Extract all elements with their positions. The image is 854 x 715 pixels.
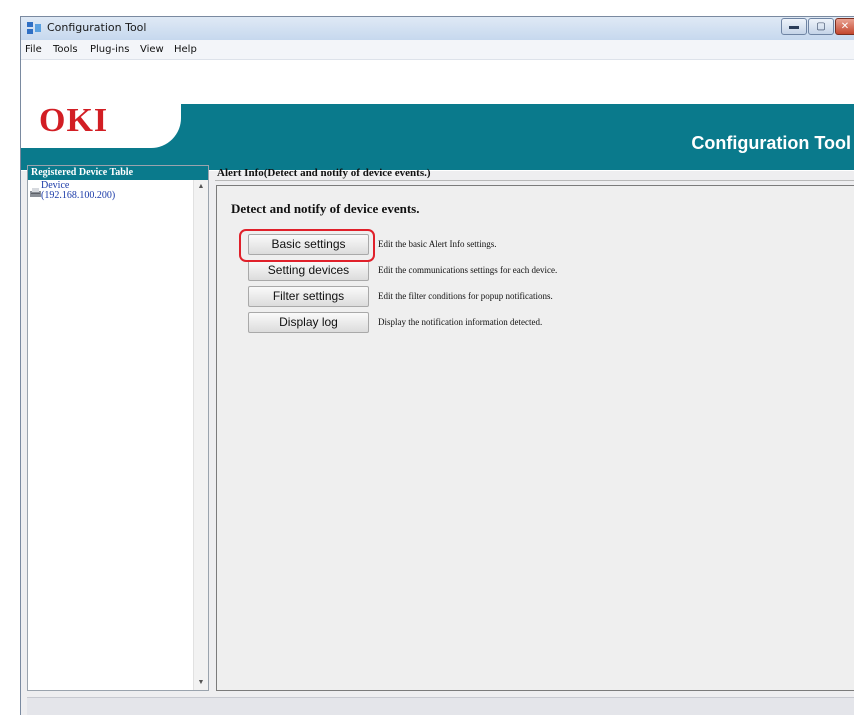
device-table-panel: Registered Device Table Device (192.168.… (27, 165, 209, 691)
window-title: Configuration Tool (47, 21, 147, 34)
scroll-down-icon[interactable]: ▼ (196, 678, 206, 688)
setting-devices-button[interactable]: Setting devices (248, 260, 369, 281)
menu-view[interactable]: View (140, 44, 164, 55)
close-icon: ✕ (840, 21, 850, 32)
alert-info-panel: Detect and notify of device events. Basi… (216, 185, 854, 691)
menu-plug-ins[interactable]: Plug-ins (90, 44, 129, 55)
device-ip[interactable]: (192.168.100.200) (41, 191, 115, 201)
display-log-button[interactable]: Display log (248, 312, 369, 333)
scroll-up-icon[interactable]: ▲ (196, 182, 206, 192)
setting-devices-description: Edit the communications settings for eac… (378, 265, 558, 275)
minimize-button[interactable]: ▬ (781, 18, 807, 35)
menu-tools[interactable]: Tools (53, 44, 78, 55)
oki-logo: OKI (39, 102, 109, 139)
close-button[interactable]: ✕ (835, 18, 854, 35)
section-divider (215, 180, 854, 181)
menu-file[interactable]: File (25, 44, 42, 55)
menu-help[interactable]: Help (174, 44, 197, 55)
display-log-description: Display the notification information det… (378, 317, 543, 327)
caption-buttons: ▬ ▢ ✕ (780, 18, 854, 36)
maximize-icon: ▢ (816, 21, 826, 32)
section-title: Alert Info(Detect and notify of device e… (217, 167, 431, 179)
filter-settings-description: Edit the filter conditions for popup not… (378, 291, 553, 301)
page: Configuration Tool ▬ ▢ ✕ File Tools Plug… (0, 0, 854, 715)
menu-bar: File Tools Plug-ins View Help (21, 40, 854, 60)
printer-icon (30, 188, 41, 197)
panel-heading: Detect and notify of device events. (231, 201, 420, 216)
minimize-icon: ▬ (789, 21, 799, 32)
app-window: Configuration Tool ▬ ▢ ✕ File Tools Plug… (20, 16, 854, 715)
filter-settings-button[interactable]: Filter settings (248, 286, 369, 307)
title-bar: Configuration Tool ▬ ▢ ✕ (21, 17, 854, 40)
maximize-button[interactable]: ▢ (808, 18, 834, 35)
device-table-header: Registered Device Table (28, 166, 208, 180)
banner: OKI Configuration Tool (21, 60, 854, 171)
configuration-tool-icon (27, 22, 41, 34)
basic-settings-description: Edit the basic Alert Info settings. (378, 239, 497, 249)
status-bar (27, 697, 854, 715)
banner-title: Configuration Tool (691, 133, 851, 153)
device-table-scrollbar[interactable]: ▲ ▼ (193, 180, 208, 690)
highlight-box (239, 229, 375, 262)
